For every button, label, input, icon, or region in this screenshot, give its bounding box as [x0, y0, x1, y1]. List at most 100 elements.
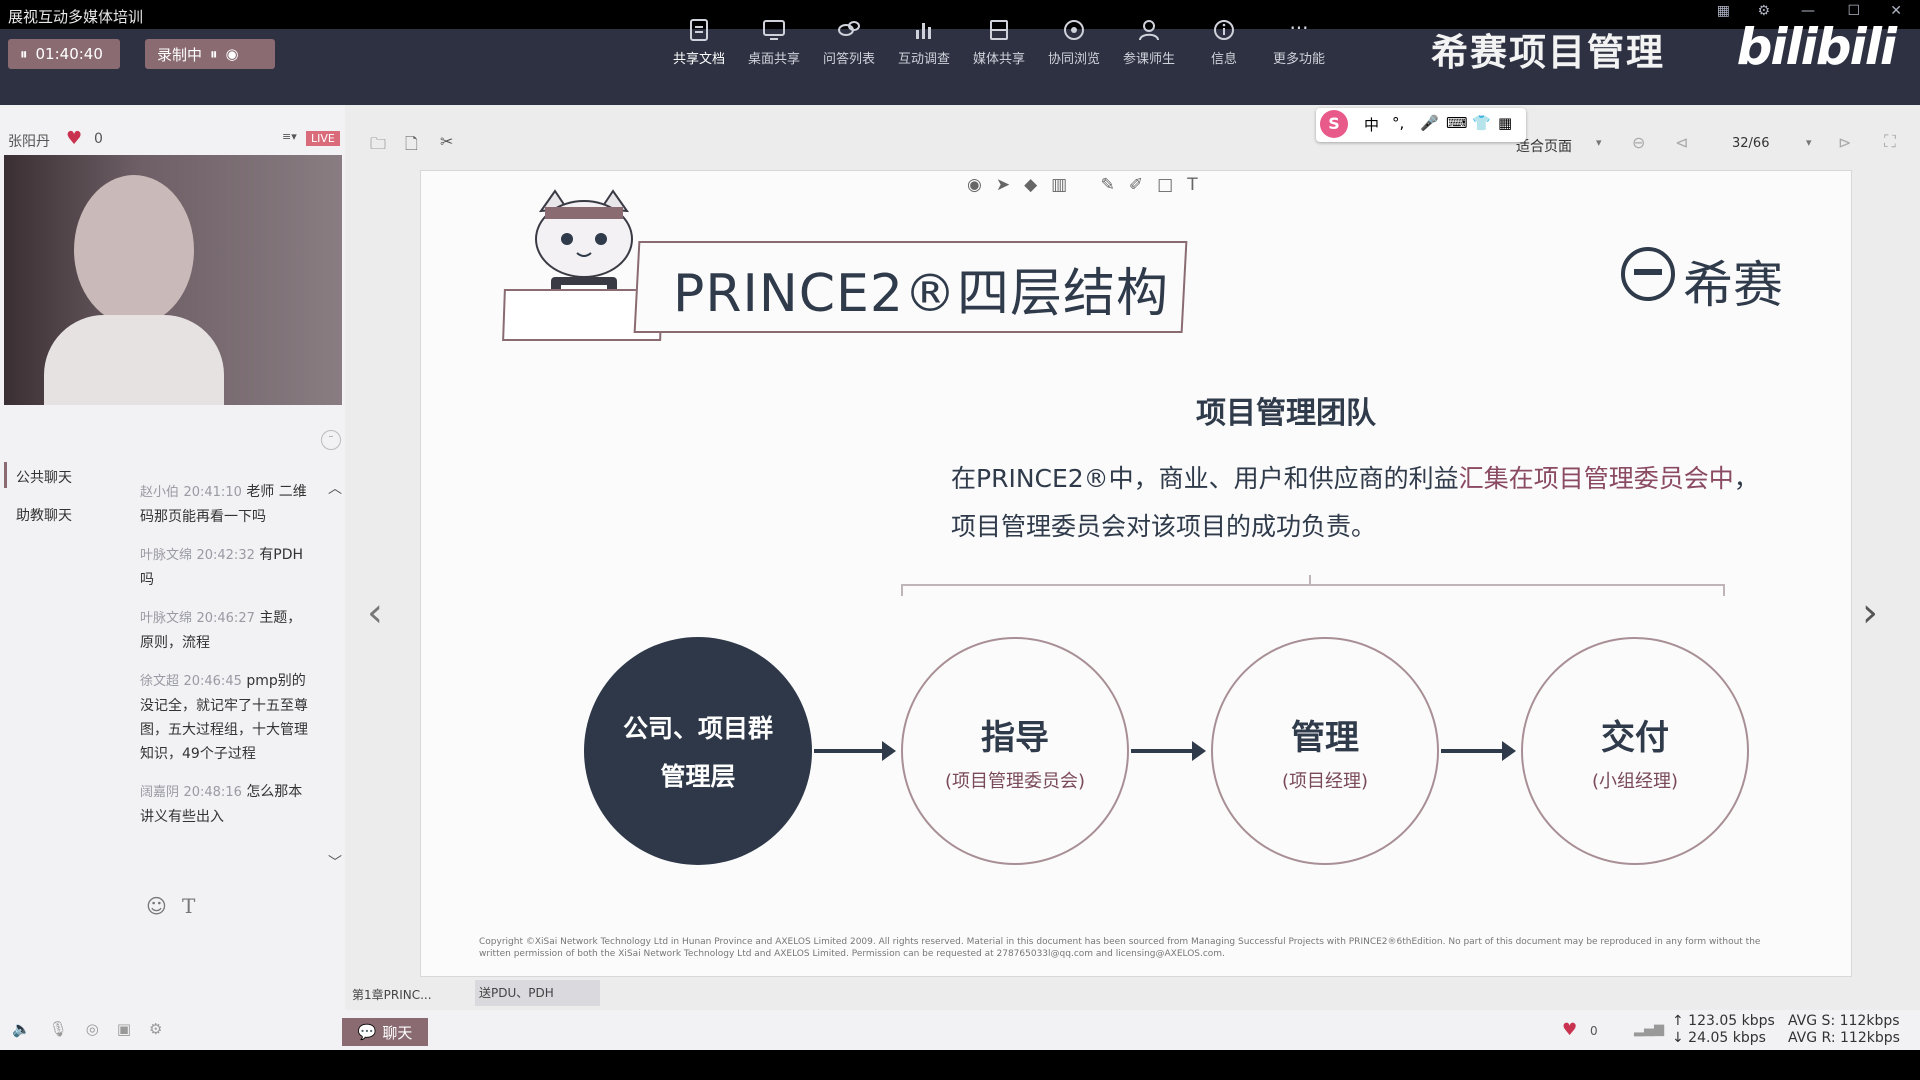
slide-next-arrow[interactable]: › — [1862, 590, 1878, 636]
pointer-icon[interactable]: ➤ — [996, 175, 1024, 195]
close-icon[interactable]: ✕ — [1890, 3, 1902, 19]
tool-participants[interactable]: 参课师生 — [1114, 18, 1184, 67]
apps-icon[interactable]: ▦ — [1498, 114, 1512, 132]
keyboard-icon[interactable]: ⌨ — [1446, 114, 1468, 132]
pen-icon[interactable]: ✐ — [1129, 175, 1157, 195]
tool-label: 参课师生 — [1122, 52, 1175, 67]
more-icon: ··· — [1289, 16, 1309, 40]
file-tab[interactable]: 送PDU、PDH — [475, 980, 600, 1006]
download-rate: ↓ 24.05 kbps — [1672, 1030, 1766, 1046]
xisai-logo-icon — [1621, 247, 1675, 301]
microphone-icon[interactable]: 🎙 — [49, 1020, 86, 1038]
copyright-line: Copyright ©XiSai Network Technology Ltd … — [479, 937, 1761, 947]
people-icon — [1139, 20, 1159, 41]
tool-shared-doc[interactable]: 共享文档 — [664, 18, 734, 67]
zoom-out-icon[interactable]: ⊖ — [1632, 133, 1645, 152]
heart-icon[interactable]: ♥ — [1562, 1020, 1577, 1040]
tool-more[interactable]: ··· 更多功能 — [1264, 18, 1334, 67]
tool-survey[interactable]: 互动调查 — [889, 18, 959, 67]
tool-label: 更多功能 — [1272, 52, 1325, 67]
next-page-icon[interactable]: ⊳ — [1838, 133, 1851, 152]
collapse-icon[interactable]: – — [321, 430, 341, 450]
avg-receive: AVG R: 112kbps — [1788, 1030, 1900, 1046]
tool-label: 问答列表 — [822, 52, 875, 67]
msg-time: 20:46:27 — [196, 611, 255, 626]
ime-toolbar: S 中 °, 🎤 ⌨ 👕 ▦ — [1316, 108, 1526, 142]
clear-icon[interactable]: ▥ — [1051, 175, 1081, 195]
rectangle-icon[interactable]: □ — [1157, 175, 1187, 195]
pause-icon[interactable]: ⏸ — [20, 45, 28, 63]
arrow-1 — [814, 741, 896, 761]
timer-pill: ⏸ 01:40:40 — [8, 39, 120, 69]
chat-bubbles-icon — [838, 21, 860, 36]
settings-icon[interactable]: ⚙ — [149, 1020, 180, 1038]
film-icon — [990, 20, 1008, 40]
info-icon — [1214, 20, 1234, 40]
text-format-icon[interactable]: T — [182, 894, 195, 918]
tool-label: 媒体共享 — [972, 52, 1025, 67]
minimize-icon[interactable]: — — [1801, 3, 1815, 19]
ime-mode-icon[interactable]: 中 — [1364, 114, 1379, 135]
stop-record-icon[interactable]: ◉ — [226, 45, 239, 63]
tool-desktop-share[interactable]: 桌面共享 — [739, 18, 809, 67]
bracket-tick — [1309, 575, 1311, 585]
fit-dropdown-icon[interactable]: ▾ — [1596, 136, 1602, 149]
page-dropdown-icon[interactable]: ▾ — [1806, 136, 1812, 149]
tab-assistant-chat[interactable]: 助教聊天 — [16, 505, 72, 525]
scissors-icon[interactable]: ✂ — [440, 132, 453, 151]
arrow-3 — [1441, 741, 1516, 761]
text-tool-icon[interactable]: T — [1187, 175, 1211, 195]
settings-icon[interactable]: ⚙ — [1757, 3, 1770, 19]
tab-public-chat[interactable]: 公共聊天 — [16, 467, 72, 487]
pause-record-icon[interactable]: ⏸ — [210, 45, 218, 63]
bilibili-logo: bilibili — [1736, 18, 1897, 76]
tool-qa-list[interactable]: 问答列表 — [814, 18, 884, 67]
scroll-down-icon[interactable]: ﹀ — [328, 852, 342, 872]
skin-icon[interactable]: 👕 — [1472, 114, 1491, 132]
folder-icon[interactable]: 🗀 — [370, 133, 386, 160]
msg-author: 赵小伯 — [140, 485, 180, 500]
eraser-icon[interactable]: ◆ — [1024, 175, 1051, 195]
camera-icon[interactable]: ◎ — [86, 1020, 117, 1038]
tool-label: 互动调查 — [897, 52, 950, 67]
highlighter-icon[interactable]: ✎ — [1101, 175, 1129, 195]
msg-author: 叶脉文绵 — [140, 548, 193, 563]
tool-label: 协同浏览 — [1047, 52, 1100, 67]
list-item: 叶脉文绵 20:42:32 有PDH吗 — [140, 543, 315, 592]
emoji-icon[interactable]: ☺ — [146, 894, 167, 918]
msg-time: 20:46:45 — [183, 674, 242, 689]
msg-time: 20:48:16 — [183, 785, 242, 800]
slide-prev-arrow[interactable]: ‹ — [367, 590, 383, 636]
scroll-up-icon[interactable]: ︿ — [328, 478, 342, 498]
copyright-text: Copyright ©XiSai Network Technology Ltd … — [479, 936, 1809, 960]
presenter-video — [4, 155, 342, 405]
node-title: 交付 — [1601, 717, 1669, 758]
ime-punct-icon[interactable]: °, — [1392, 114, 1404, 132]
msg-author: 叶脉文绵 — [140, 611, 193, 626]
menu-icon[interactable]: ≡▾ — [282, 130, 297, 143]
timer: 01:40:40 — [35, 45, 103, 63]
heart-icon[interactable]: ♥ — [66, 128, 82, 149]
bottom-bar — [0, 1010, 1920, 1050]
tool-co-browse[interactable]: 协同浏览 — [1039, 18, 1109, 67]
chapter-tab[interactable]: 第1章PRINC... — [352, 986, 432, 1003]
screen-icon[interactable]: ▣ — [117, 1020, 149, 1038]
slide-desc-line1: 在PRINCE2®中，商业、用户和供应商的利益汇集在项目管理委员会中， — [951, 459, 1759, 495]
recording-pill[interactable]: 录制中 ⏸ ◉ — [145, 39, 275, 69]
file-icon[interactable]: 🗋 — [405, 133, 418, 160]
presenter-likes: 0 — [94, 131, 103, 147]
prev-page-icon[interactable]: ⊲ — [1675, 133, 1688, 152]
tool-info[interactable]: 信息 — [1189, 18, 1259, 67]
bottom-likes: 0 — [1590, 1024, 1598, 1038]
fullscreen-icon[interactable]: ⛶ — [1884, 132, 1896, 152]
tool-media-share[interactable]: 媒体共享 — [964, 18, 1034, 67]
chat-button[interactable]: 💬 聊天 — [342, 1018, 428, 1046]
grid-icon[interactable]: ▦ — [1717, 3, 1730, 19]
speaker-icon[interactable]: 🔈 — [12, 1020, 49, 1038]
slide-title: PRINCE2®四层结构 — [673, 264, 1169, 324]
microphone-icon[interactable]: 🎤 — [1420, 114, 1439, 132]
sogou-logo-icon[interactable]: S — [1320, 110, 1348, 138]
laser-icon[interactable]: ◉ — [967, 175, 996, 195]
node-managing: 管理 (项目经理) — [1211, 637, 1439, 865]
maximize-icon[interactable]: ☐ — [1847, 3, 1860, 19]
